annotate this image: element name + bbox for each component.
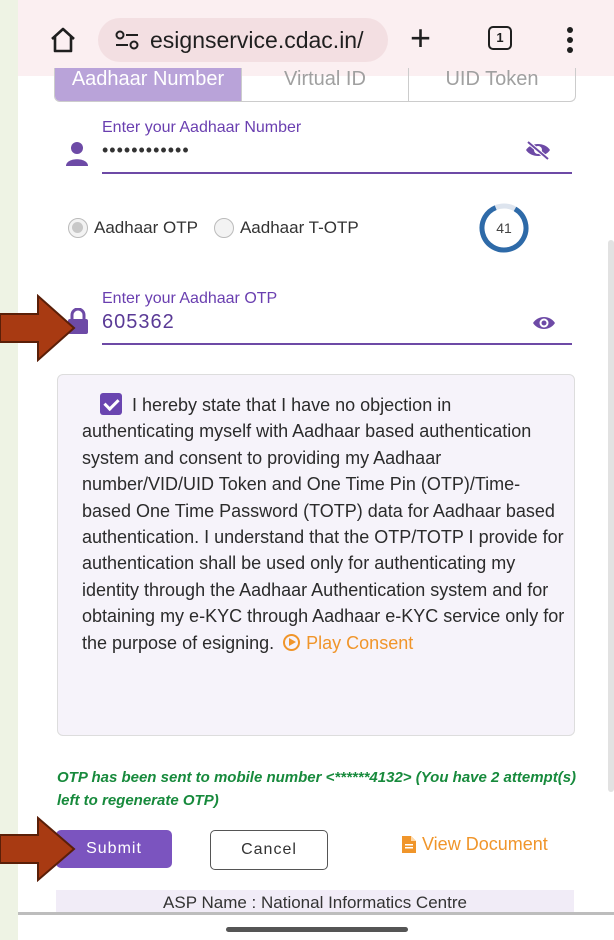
aadhaar-number-input[interactable]: •••••••••••• <box>102 140 190 161</box>
otp-label: Enter your Aadhaar OTP <box>102 290 278 307</box>
more-menu-icon[interactable] <box>566 26 574 54</box>
play-consent-link[interactable]: Play Consent <box>306 633 413 653</box>
scrollbar[interactable] <box>608 240 614 792</box>
browser-screen: esignservice.cdac.in/ + 1 Aadhaar Number… <box>18 0 614 940</box>
radio-aadhaar-otp-label[interactable]: Aadhaar OTP <box>94 218 198 238</box>
home-indicator[interactable] <box>226 927 408 932</box>
annotation-arrow-otp <box>0 294 76 362</box>
aadhaar-number-underline <box>102 172 572 174</box>
aadhaar-number-label: Enter your Aadhaar Number <box>102 119 302 136</box>
view-document-link[interactable]: View Document <box>402 834 548 855</box>
radio-aadhaar-totp[interactable] <box>213 218 234 238</box>
tab-virtual-id[interactable]: Virtual ID <box>242 68 409 101</box>
eye-icon[interactable] <box>532 314 556 332</box>
document-icon <box>402 836 416 853</box>
otp-sent-message: OTP has been sent to mobile number <****… <box>57 769 577 809</box>
radio-aadhaar-otp[interactable] <box>68 218 88 238</box>
browser-toolbar: esignservice.cdac.in/ + 1 <box>18 0 614 76</box>
asp-name-value: National Informatics Centre <box>260 893 467 912</box>
cancel-button[interactable]: Cancel <box>210 830 328 870</box>
address-bar[interactable]: esignservice.cdac.in/ <box>98 18 388 62</box>
asp-name-label: ASP Name <box>163 893 247 912</box>
tab-uid-token[interactable]: UID Token <box>409 68 575 101</box>
consent-text-block: I hereby state that I have no objection … <box>82 392 568 656</box>
view-document-label[interactable]: View Document <box>422 834 548 855</box>
home-icon[interactable] <box>48 25 78 55</box>
new-tab-icon[interactable]: + <box>410 20 431 56</box>
id-type-tabs: Aadhaar Number Virtual ID UID Token <box>54 68 576 102</box>
eye-slash-icon[interactable] <box>524 140 552 160</box>
consent-checkbox[interactable] <box>100 393 122 415</box>
countdown-seconds: 41 <box>496 220 512 236</box>
otp-type-group: Aadhaar OTP Aadhaar T-OTP <box>68 218 375 238</box>
url-text[interactable]: esignservice.cdac.in/ <box>150 27 364 54</box>
tab-aadhaar-number[interactable]: Aadhaar Number <box>55 68 242 101</box>
annotation-arrow-submit <box>0 816 76 882</box>
site-settings-icon[interactable] <box>114 29 140 51</box>
consent-statement: I hereby state that I have no objection … <box>82 395 565 653</box>
otp-underline <box>102 343 572 345</box>
play-icon[interactable] <box>283 633 301 651</box>
tab-switcher-button[interactable]: 1 <box>488 26 512 50</box>
user-icon <box>66 142 88 166</box>
radio-aadhaar-totp-label[interactable]: Aadhaar T-OTP <box>240 218 359 238</box>
otp-input[interactable]: 605362 <box>102 311 175 334</box>
